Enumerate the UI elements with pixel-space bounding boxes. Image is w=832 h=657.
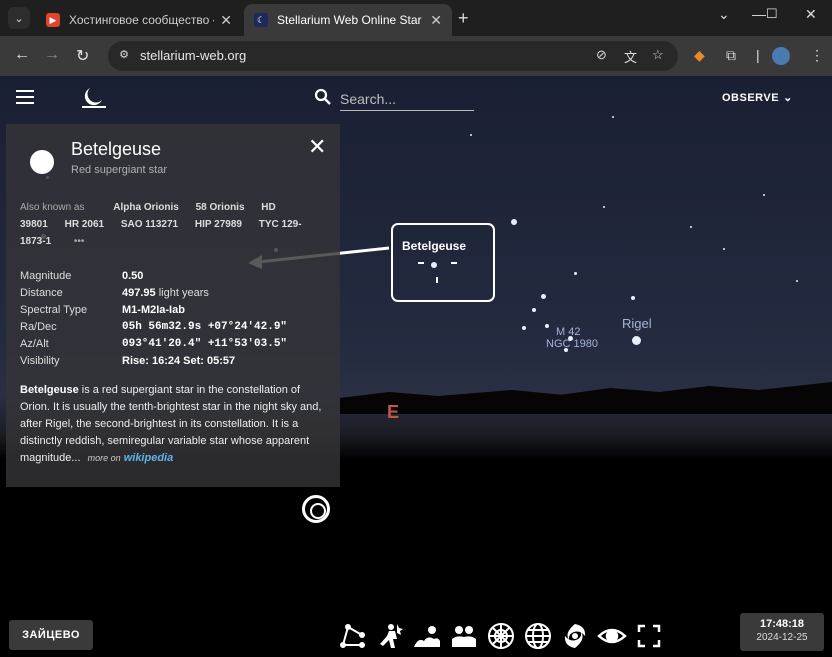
property-value: 05h 56m32.9s +07°24'42.9" (122, 321, 288, 333)
observe-label: OBSERVE (722, 92, 780, 104)
aka-name: Alpha Orionis (113, 202, 179, 213)
landscape-icon[interactable] (408, 620, 445, 652)
tab-title: Stellarium Web Online Star Map (277, 13, 424, 27)
tab-stellarium[interactable]: ☾ Stellarium Web Online Star Map ✕ (244, 4, 452, 36)
aka-label: Also known as (20, 202, 85, 213)
property-label: Distance (20, 287, 63, 299)
translate-icon[interactable]: 文 (624, 47, 637, 66)
constellation-art-icon[interactable] (371, 620, 408, 652)
tab-hosting-community[interactable]: ▶ Хостинговое сообщество «Tim ✕ (36, 4, 242, 36)
forward-icon[interactable]: → (44, 46, 60, 64)
tab-title: Хостинговое сообщество «Tim (69, 13, 214, 27)
property-row: Az/Alt 093°41'20.4" +11°53'03.5" (20, 338, 287, 355)
property-label: Visibility (20, 355, 60, 367)
moon-icon: ☾ (254, 13, 268, 27)
property-label: Magnitude (20, 270, 72, 282)
sky-view[interactable]: Rigel M 42 NGC 1980 E Betelgeuse OBSERV (0, 76, 832, 657)
azimuthal-grid-icon[interactable] (482, 620, 519, 652)
object-type: Red supergiant star (71, 164, 167, 176)
browser-toolbar: ← → ↻ ⚙ stellarium-web.org ⊘ 文 ☆ ◆ ⧉ | ⋮ (0, 36, 832, 76)
property-row: Ra/Dec 05h 56m32.9s +07°24'42.9" (20, 321, 287, 338)
time-value: 17:48:18 (759, 618, 805, 630)
new-tab-icon[interactable]: + (458, 8, 469, 29)
deep-sky-icon[interactable] (556, 620, 593, 652)
constellation-lines-icon[interactable] (334, 620, 371, 652)
property-row: Visibility Rise: 16:24 Set: 05:57 (20, 355, 287, 372)
site-info-icon[interactable]: ⚙ (116, 48, 132, 64)
property-row: Magnitude 0.50 (20, 270, 287, 287)
close-icon[interactable]: ✕ (308, 134, 326, 160)
star-icon (30, 150, 54, 174)
address-bar[interactable]: ⚙ stellarium-web.org ⊘ 文 ☆ (108, 41, 678, 71)
extensions-icon[interactable]: ⧉ (726, 47, 736, 64)
play-icon: ▶ (46, 13, 60, 27)
wikipedia-link[interactable]: wikipedia (124, 452, 174, 464)
tab-search-chevron-icon[interactable]: ⌄ (8, 7, 30, 29)
search-icon[interactable] (314, 88, 332, 106)
more-menu-icon[interactable]: ⋮ (810, 47, 824, 64)
also-known-as: Also known as Alpha Orionis 58 Orionis H… (20, 199, 320, 250)
url-text: stellarium-web.org (140, 48, 247, 63)
reload-icon[interactable]: ↻ (76, 46, 89, 66)
aka-more-button[interactable]: ••• (74, 236, 85, 247)
maximize-icon[interactable]: ☐ (766, 6, 778, 22)
bottom-toolbar (334, 618, 667, 654)
back-icon[interactable]: ← (14, 46, 30, 64)
browser-tab-bar: ⌄ ▶ Хостинговое сообщество «Tim ✕ ☾ Stel… (0, 0, 832, 36)
date-value: 2024-12-25 (756, 632, 808, 643)
app-header: OBSERVE⌄ (0, 76, 832, 120)
minimize-icon[interactable]: — (752, 6, 766, 22)
location-button[interactable]: ЗАЙЦЕВО (9, 620, 93, 650)
divider: | (756, 47, 760, 63)
fullscreen-icon[interactable] (630, 620, 667, 652)
bookmark-star-icon[interactable]: ☆ (652, 47, 664, 63)
properties-table: Magnitude 0.50 Distance 497.95 light yea… (20, 270, 287, 372)
atmosphere-icon[interactable] (445, 620, 482, 652)
property-label: Az/Alt (20, 338, 49, 350)
close-tab-icon[interactable]: ✕ (220, 12, 232, 29)
property-value: Rise: 16:24 Set: 05:57 (122, 355, 236, 367)
aka-name: HR 2061 (64, 219, 105, 230)
description-lead: Betelgeuse (20, 384, 79, 396)
chevron-down-icon: ⌄ (783, 92, 793, 104)
stellarium-logo-icon[interactable] (80, 84, 108, 110)
metamask-icon[interactable]: ◆ (694, 47, 705, 64)
property-label: Spectral Type (20, 304, 88, 316)
object-info-panel: Betelgeuse Red supergiant star ✕ Also kn… (6, 124, 340, 487)
property-label: Ra/Dec (20, 321, 57, 333)
object-description: Betelgeuse is a red supergiant star in t… (20, 382, 324, 467)
equatorial-grid-icon[interactable] (519, 620, 556, 652)
aka-name: HIP 27989 (194, 219, 242, 230)
tracking-off-icon[interactable]: ⊘ (596, 47, 607, 63)
aka-name: SAO 113271 (120, 219, 179, 230)
center-target-icon[interactable] (302, 495, 330, 523)
object-name: Betelgeuse (71, 139, 162, 159)
property-row: Spectral Type M1-M2Ia-Iab (20, 304, 287, 321)
close-window-icon[interactable]: ✕ (805, 6, 817, 23)
aka-name: 58 Orionis (195, 202, 245, 213)
property-value: M1-M2Ia-Iab (122, 304, 185, 316)
eye-icon[interactable] (593, 620, 630, 652)
property-row: Distance 497.95 light years (20, 287, 287, 304)
close-tab-icon[interactable]: ✕ (430, 12, 442, 29)
datetime-button[interactable]: 17:48:18 2024-12-25 (740, 613, 824, 651)
more-on-label: more on (87, 453, 121, 463)
observe-menu-button[interactable]: OBSERVE ⌄ (722, 91, 793, 104)
property-value: 497.95 light years (122, 287, 209, 299)
property-value: 093°41'20.4" +11°53'03.5" (122, 338, 288, 350)
property-value: 0.50 (122, 270, 144, 282)
search-input[interactable] (340, 87, 474, 111)
hamburger-menu-icon[interactable] (16, 90, 34, 104)
profile-avatar[interactable] (772, 47, 790, 65)
chevron-down-icon[interactable]: ⌄ (718, 6, 730, 23)
